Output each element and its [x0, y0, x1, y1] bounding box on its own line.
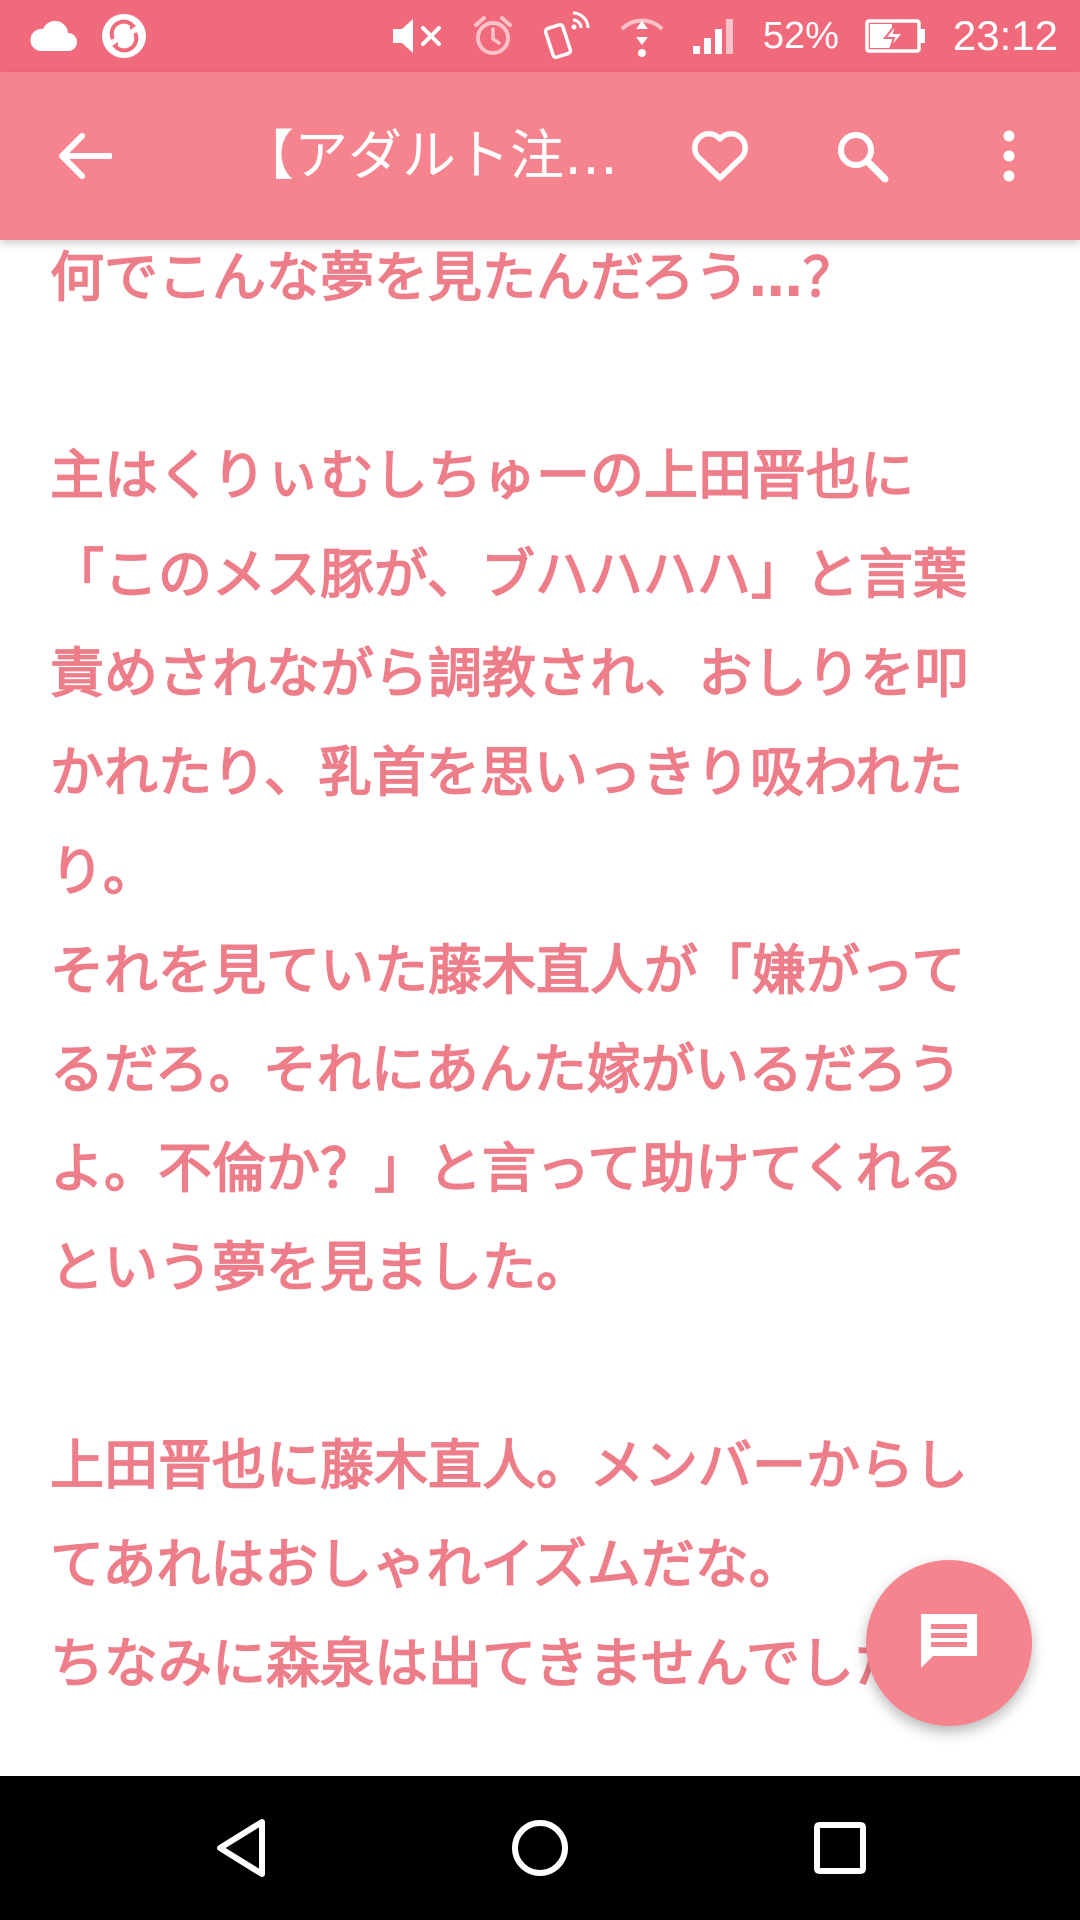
wifi-icon [619, 13, 665, 59]
nav-back-icon[interactable] [204, 1812, 276, 1884]
battery-percent: 52% [762, 14, 839, 57]
article-body: 何でこんな夢を見たんだろう…？ 主はくりぃむしちゅーの上田晋也に「このメス豚が、… [50, 246, 969, 1695]
navigation-bar [0, 1776, 1080, 1920]
status-clock: 23:12 [952, 12, 1058, 59]
more-vert-icon[interactable] [973, 122, 1045, 190]
battery-charging-icon [865, 18, 927, 54]
app-sync-icon [100, 12, 148, 60]
status-bar: 52% 23:12 [0, 0, 1080, 72]
nav-recents-icon[interactable] [804, 1812, 876, 1884]
signal-icon [691, 16, 737, 56]
alarm-icon [471, 14, 515, 58]
nav-home-icon[interactable] [504, 1812, 576, 1884]
app-bar: 【アダルト注意】上田晋也 [0, 72, 1080, 240]
comment-button[interactable] [866, 1560, 1032, 1726]
nfc-phone-icon [541, 10, 593, 62]
mute-icon [391, 16, 445, 56]
article-content[interactable]: 何でこんな夢を見たんだろう…？ 主はくりぃむしちゅーの上田晋也に「このメス豚が、… [0, 168, 1080, 1776]
back-arrow-icon[interactable] [50, 122, 118, 190]
screen: 52% 23:12 【アダルト注意】上田晋也 [0, 0, 1080, 1920]
heart-icon[interactable] [686, 122, 754, 190]
search-icon[interactable] [828, 122, 896, 190]
status-bar-left [28, 12, 148, 60]
page-title: 【アダルト注意】上田晋也 [240, 124, 620, 187]
cloud-icon [28, 19, 78, 53]
comment-icon [917, 1610, 981, 1676]
status-bar-right: 52% 23:12 [391, 10, 1058, 62]
